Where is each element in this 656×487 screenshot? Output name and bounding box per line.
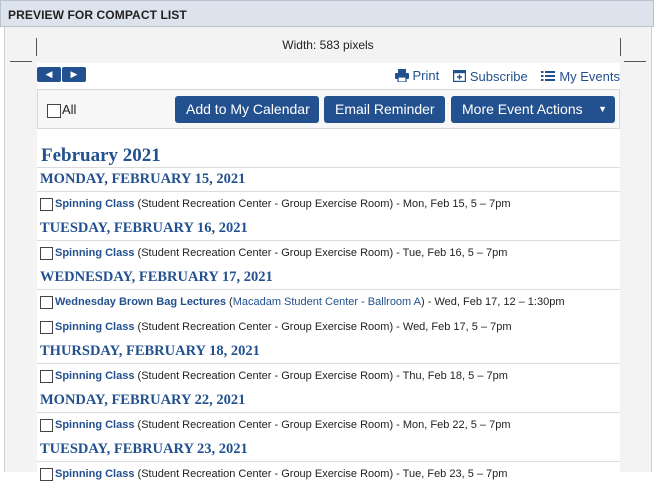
event-time: - Wed, Feb 17, 12 – 1:30pm — [424, 296, 565, 308]
event-row: Spinning Class (Student Recreation Cente… — [37, 413, 620, 438]
select-all-label: All — [62, 102, 77, 117]
my-events-label: My Events — [559, 68, 620, 84]
event-title-link[interactable]: Spinning Class — [55, 198, 134, 210]
width-dash-right — [624, 61, 646, 62]
event-title-link[interactable]: Wednesday Brown Bag Lectures — [55, 296, 226, 308]
print-label: Print — [412, 68, 440, 83]
chevron-down-icon: ▼ — [598, 104, 607, 114]
next-button[interactable]: ▶ — [62, 67, 86, 82]
event-location: Student Recreation Center - Group Exerci… — [141, 419, 390, 431]
width-dash-left — [10, 61, 32, 62]
toolbar: Print Subscribe My Events — [385, 68, 620, 85]
day-heading: MONDAY, FEBRUARY 22, 2021 — [37, 389, 620, 413]
email-reminder-button[interactable]: Email Reminder — [324, 96, 445, 123]
action-bar: All Add to My Calendar Email Reminder Mo… — [37, 89, 620, 129]
event-row: Spinning Class (Student Recreation Cente… — [37, 364, 620, 389]
event-time: - Tue, Feb 16, 5 – 7pm — [393, 247, 508, 259]
event-checkbox[interactable] — [40, 419, 53, 432]
width-indicator: Width: 583 pixels — [0, 0, 656, 63]
day-heading: TUESDAY, FEBRUARY 23, 2021 — [37, 438, 620, 462]
event-location: Student Recreation Center - Group Exerci… — [141, 321, 390, 333]
event-time: - Thu, Feb 18, 5 – 7pm — [393, 370, 508, 382]
event-row: Spinning Class (Student Recreation Cente… — [37, 462, 620, 487]
my-events-link[interactable]: My Events — [541, 69, 620, 84]
subscribe-icon — [452, 70, 466, 82]
subscribe-label: Subscribe — [469, 68, 528, 84]
event-time: - Wed, Feb 17, 5 – 7pm — [393, 321, 512, 333]
event-row: Spinning Class (Student Recreation Cente… — [37, 315, 620, 340]
printer-icon — [394, 69, 409, 82]
calendar-widget: ◀ ▶ Print Subscribe My Events All Add to … — [37, 63, 620, 481]
print-link[interactable]: Print — [394, 68, 440, 83]
event-title-link[interactable]: Spinning Class — [55, 247, 134, 259]
day-heading: THURSDAY, FEBRUARY 18, 2021 — [37, 340, 620, 364]
event-checkbox[interactable] — [40, 296, 53, 309]
event-title-link[interactable]: Spinning Class — [55, 419, 134, 431]
event-checkbox[interactable] — [40, 321, 53, 334]
event-location: Student Recreation Center - Group Exerci… — [141, 468, 390, 480]
event-checkbox[interactable] — [40, 198, 53, 211]
event-row: Spinning Class (Student Recreation Cente… — [37, 192, 620, 217]
event-title-link[interactable]: Spinning Class — [55, 321, 134, 333]
event-title-link[interactable]: Spinning Class — [55, 468, 134, 480]
add-to-calendar-button[interactable]: Add to My Calendar — [175, 96, 319, 123]
width-label: Width: 583 pixels — [282, 38, 374, 52]
event-location: Student Recreation Center - Group Exerci… — [141, 247, 390, 259]
day-heading: MONDAY, FEBRUARY 15, 2021 — [37, 168, 620, 192]
event-row: Spinning Class (Student Recreation Cente… — [37, 241, 620, 266]
event-location-link[interactable]: Macadam Student Center - Ballroom A — [233, 296, 421, 308]
event-checkbox[interactable] — [40, 247, 53, 260]
more-event-actions-label: More Event Actions — [462, 101, 583, 117]
event-list: February 2021 MONDAY, FEBRUARY 15, 2021 S… — [37, 145, 620, 487]
event-title-link[interactable]: Spinning Class — [55, 370, 134, 382]
event-time: - Tue, Feb 23, 5 – 7pm — [393, 468, 508, 480]
more-event-actions-button[interactable]: More Event Actions ▼ — [451, 96, 615, 123]
event-time: - Mon, Feb 22, 5 – 7pm — [393, 419, 511, 431]
days-container: MONDAY, FEBRUARY 15, 2021 Spinning Class … — [37, 168, 620, 487]
event-location-open: ( — [225, 296, 233, 308]
event-location: Student Recreation Center - Group Exerci… — [141, 370, 390, 382]
event-time: - Mon, Feb 15, 5 – 7pm — [393, 198, 511, 210]
select-all-checkbox[interactable] — [47, 104, 61, 118]
date-nav: ◀ ▶ — [37, 67, 87, 85]
prev-button[interactable]: ◀ — [37, 67, 61, 82]
event-checkbox[interactable] — [40, 468, 53, 481]
event-row: Wednesday Brown Bag Lectures (Macadam St… — [37, 290, 620, 315]
day-heading: WEDNESDAY, FEBRUARY 17, 2021 — [37, 266, 620, 290]
month-heading: February 2021 — [37, 145, 620, 168]
subscribe-link[interactable]: Subscribe — [452, 68, 528, 84]
list-icon — [541, 71, 556, 81]
day-heading: TUESDAY, FEBRUARY 16, 2021 — [37, 217, 620, 241]
event-checkbox[interactable] — [40, 370, 53, 383]
event-location: Student Recreation Center - Group Exerci… — [141, 198, 390, 210]
